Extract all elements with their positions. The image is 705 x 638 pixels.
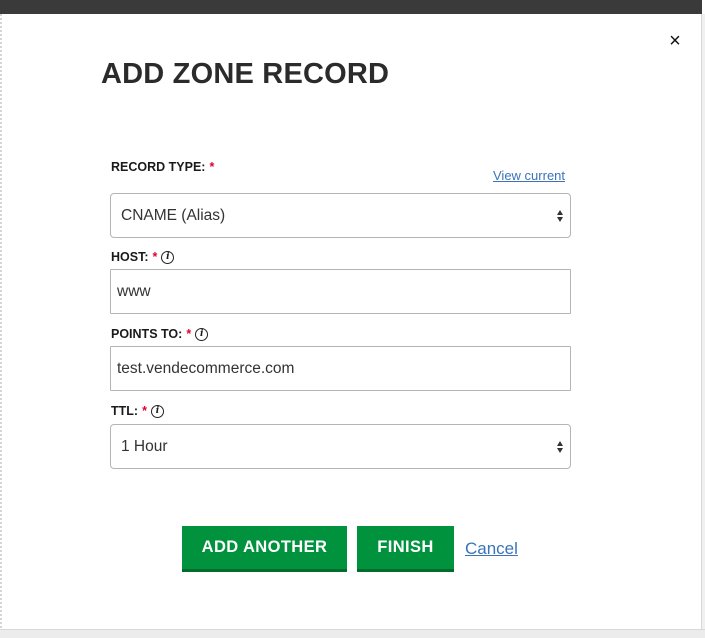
cancel-link[interactable]: Cancel xyxy=(465,539,518,559)
modal-title: ADD ZONE RECORD xyxy=(101,58,390,90)
points-to-input[interactable]: test.vendecommerce.com xyxy=(110,346,571,391)
required-marker: * xyxy=(142,404,147,418)
background-top-bar xyxy=(0,0,702,14)
points-to-input-value: test.vendecommerce.com xyxy=(117,359,295,377)
add-zone-record-modal xyxy=(2,14,701,629)
points-to-label: POINTS TO: * i xyxy=(111,327,209,341)
close-icon[interactable]: × xyxy=(664,30,686,52)
ttl-label-text: TTL: xyxy=(111,404,139,418)
select-arrows-icon xyxy=(557,209,563,222)
ttl-select[interactable]: 1 Hour xyxy=(110,424,571,469)
host-label: HOST: * i xyxy=(111,250,175,264)
host-input-value: www xyxy=(117,282,151,300)
required-marker: * xyxy=(209,160,215,174)
info-icon[interactable]: i xyxy=(161,250,175,264)
background-right-edge xyxy=(701,14,705,634)
add-another-button[interactable]: ADD ANOTHER xyxy=(182,526,347,572)
host-label-text: HOST: xyxy=(111,250,149,264)
record-type-select[interactable]: CNAME (Alias) xyxy=(110,193,571,238)
ttl-label: TTL: * i xyxy=(111,404,164,418)
info-icon[interactable]: i xyxy=(195,327,209,341)
record-type-selected-value: CNAME (Alias) xyxy=(121,206,226,224)
ttl-selected-value: 1 Hour xyxy=(121,437,168,455)
required-marker: * xyxy=(186,327,192,341)
select-arrows-icon xyxy=(557,440,563,453)
record-type-label: RECORD TYPE: * xyxy=(111,160,214,174)
points-to-label-text: POINTS TO: xyxy=(111,327,183,341)
view-current-link[interactable]: View current xyxy=(493,168,565,183)
record-type-label-text: RECORD TYPE: xyxy=(111,160,206,174)
info-icon[interactable]: i xyxy=(150,404,164,418)
required-marker: * xyxy=(152,250,158,264)
finish-button[interactable]: FINISH xyxy=(357,526,454,572)
host-input[interactable]: www xyxy=(110,269,571,314)
